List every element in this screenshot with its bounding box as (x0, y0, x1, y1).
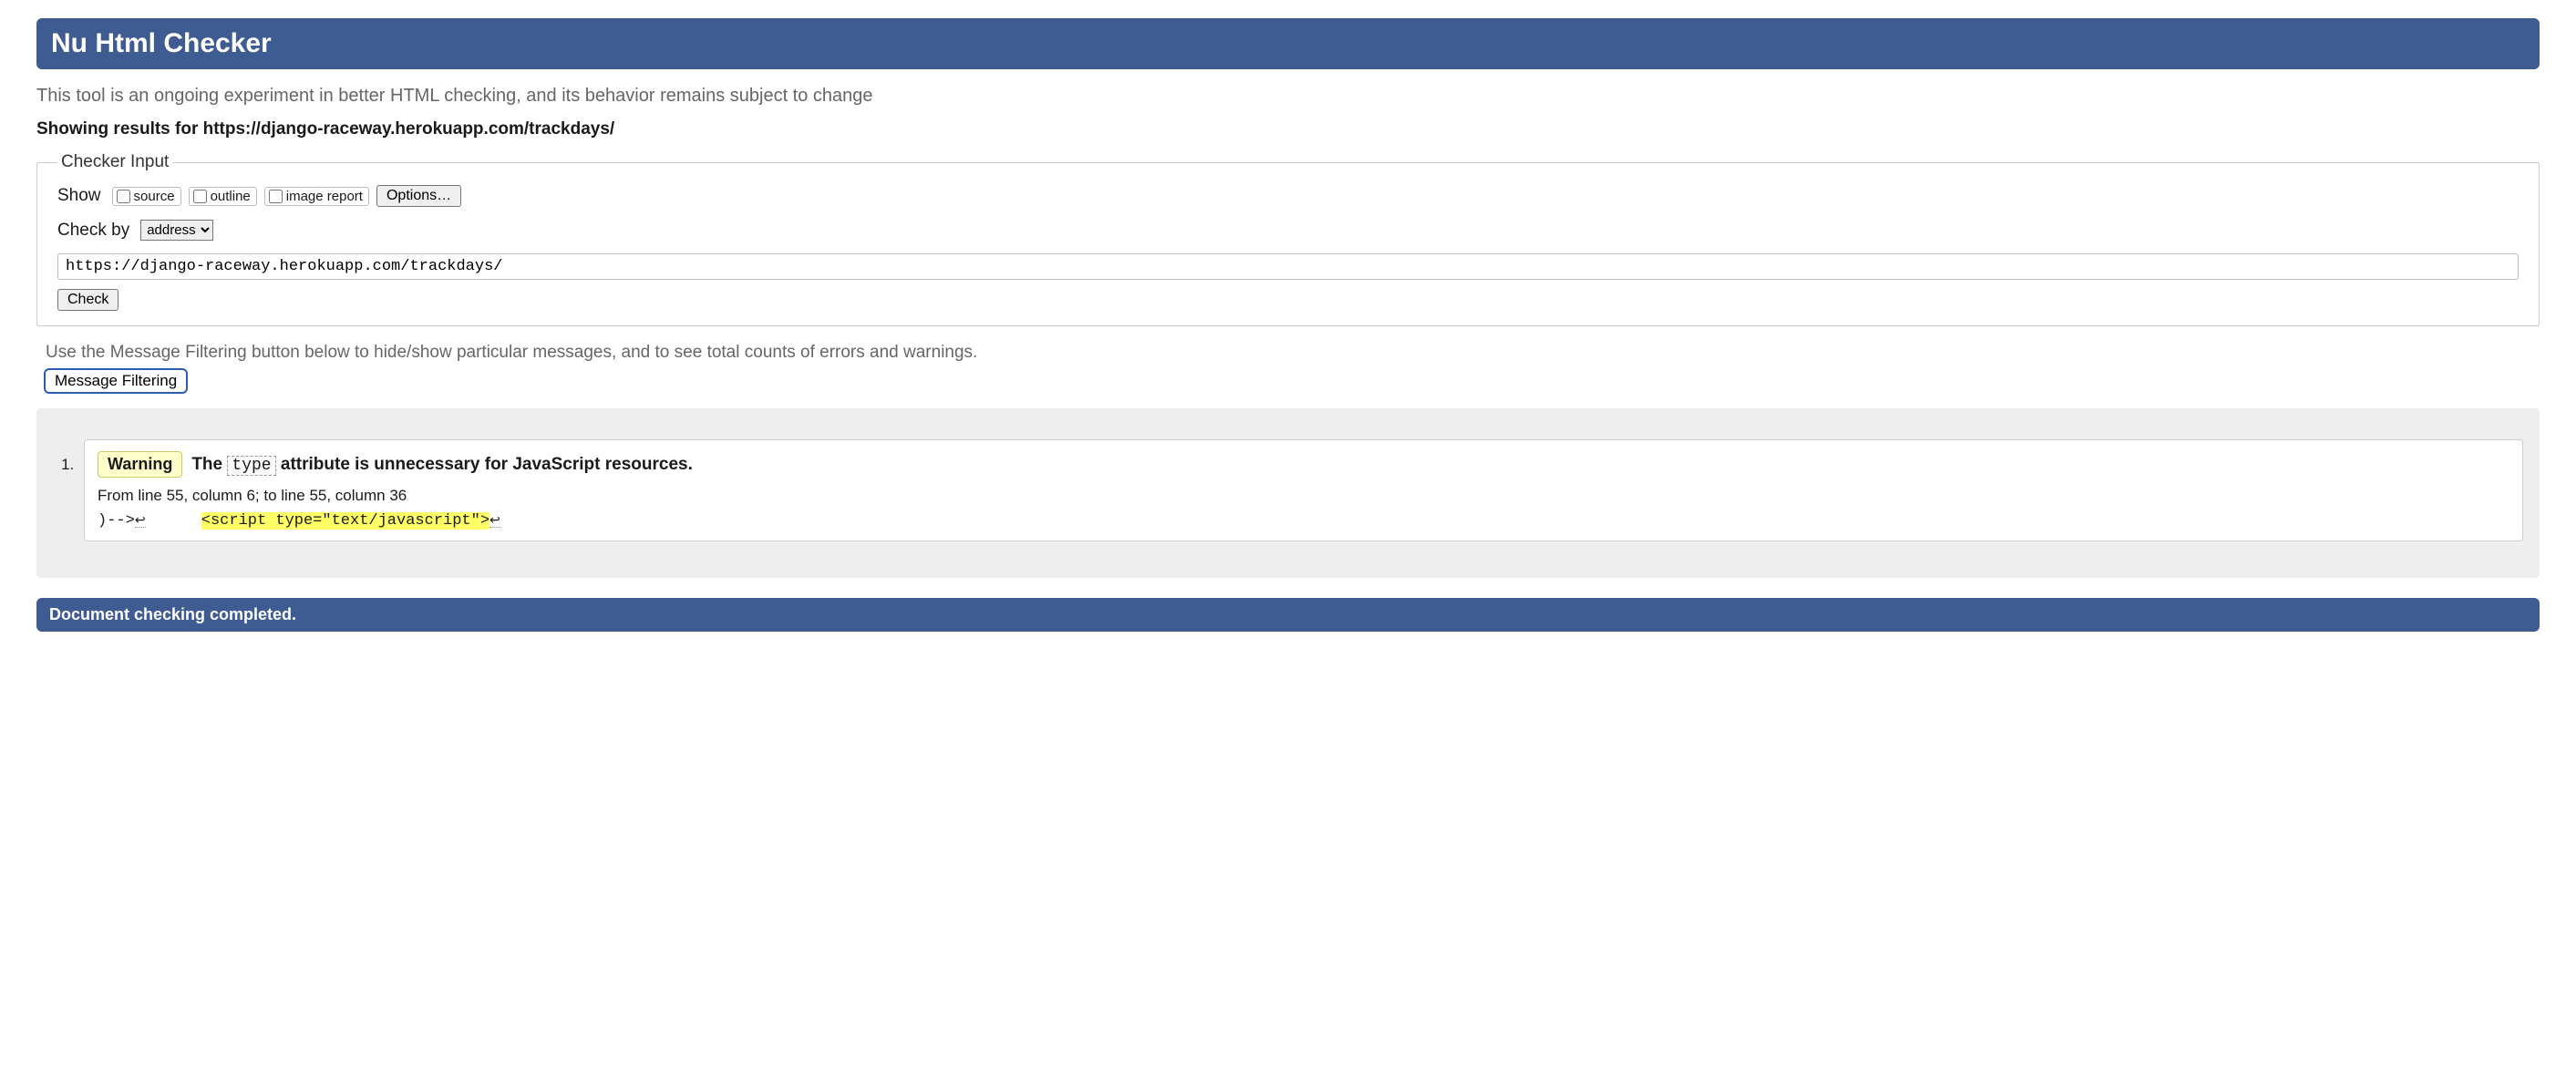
message-location: From line 55, column 6; to line 55, colu… (98, 487, 2509, 505)
newline-icon: ↩ (135, 512, 146, 528)
tool-description: This tool is an ongoing experiment in be… (36, 86, 2540, 107)
checker-input-fieldset: Checker Input Show source outline image … (36, 152, 2540, 326)
showing-results: Showing results for https://django-racew… (36, 119, 2540, 139)
page-title-banner: Nu Html Checker (36, 18, 2540, 69)
message-header: Warning The type attribute is unnecessar… (98, 451, 2509, 478)
options-button[interactable]: Options… (376, 185, 461, 207)
check-by-label: Check by (57, 221, 129, 241)
outline-checkbox[interactable] (193, 190, 207, 203)
extract-pre: )--> (98, 512, 135, 530)
filter-hint: Use the Message Filtering button below t… (46, 343, 2540, 363)
message-text-post: attribute is unnecessary for JavaScript … (276, 455, 693, 474)
message-item: Warning The type attribute is unnecessar… (78, 439, 2523, 541)
check-button[interactable]: Check (57, 289, 118, 311)
outline-checkbox-group[interactable]: outline (189, 187, 257, 206)
message-extract: )-->↩ <script type="text/javascript">↩ (98, 512, 2509, 530)
image-report-checkbox-group[interactable]: image report (264, 187, 369, 206)
message-text-pre: The (191, 455, 227, 474)
showing-url: https://django-raceway.herokuapp.com/tra… (203, 119, 615, 139)
source-checkbox-group[interactable]: source (112, 187, 181, 206)
message-filtering-button[interactable]: Message Filtering (44, 368, 188, 394)
check-by-row: Check by address (57, 220, 2519, 241)
source-checkbox[interactable] (117, 190, 130, 203)
check-by-select[interactable]: address (140, 220, 213, 241)
messages-list: Warning The type attribute is unnecessar… (53, 439, 2523, 541)
message-box: Warning The type attribute is unnecessar… (84, 439, 2523, 541)
outline-checkbox-label: outline (211, 189, 251, 204)
results-panel: Warning The type attribute is unnecessar… (36, 408, 2540, 578)
status-footer: Document checking completed. (36, 598, 2540, 632)
message-attr-code: type (227, 456, 275, 476)
warning-badge: Warning (98, 451, 182, 478)
status-text: Document checking completed. (49, 605, 296, 623)
source-checkbox-label: source (134, 189, 175, 204)
checker-input-legend: Checker Input (57, 152, 172, 172)
message-text: The type attribute is unnecessary for Ja… (191, 455, 693, 475)
show-row: Show source outline image report Options… (57, 185, 2519, 207)
address-row (57, 253, 2519, 280)
extract-gap (146, 512, 201, 530)
image-report-checkbox-label: image report (286, 189, 363, 204)
address-input[interactable] (57, 253, 2519, 280)
show-label: Show (57, 186, 101, 206)
extract-highlight: <script type="text/javascript"> (201, 512, 489, 530)
check-row: Check (57, 289, 2519, 311)
showing-prefix: Showing results for (36, 119, 203, 139)
newline-icon: ↩ (489, 512, 500, 528)
page-title: Nu Html Checker (51, 28, 272, 58)
image-report-checkbox[interactable] (269, 190, 283, 203)
